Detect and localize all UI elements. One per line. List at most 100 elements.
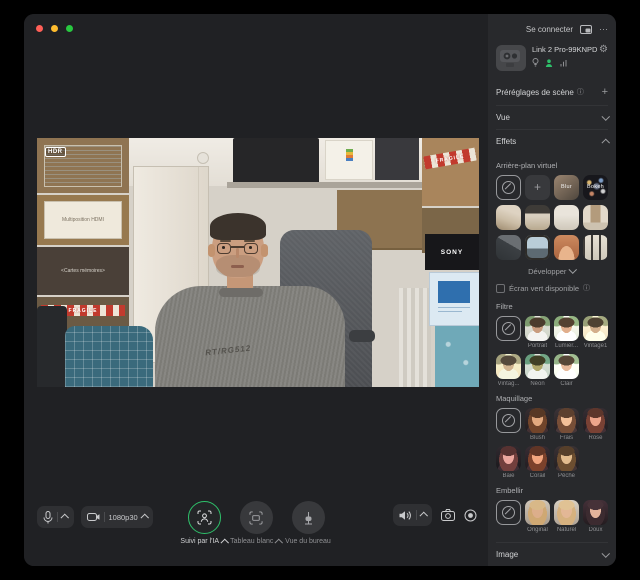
beautify-none-option[interactable] <box>496 500 521 525</box>
person-ear <box>208 244 215 257</box>
close-window-button[interactable] <box>36 25 43 32</box>
filter-option[interactable]: Clair <box>554 354 579 387</box>
section-image[interactable]: Image <box>496 543 608 567</box>
makeup-none-option[interactable] <box>496 408 521 433</box>
more-icon[interactable]: ⋯ <box>599 25 608 34</box>
ai-tracking-button[interactable]: Suivi par l'IA <box>176 501 232 545</box>
chevron-down-icon <box>601 112 609 120</box>
person-collar <box>219 288 263 297</box>
scene-teal-box <box>435 326 479 387</box>
filter-option[interactable]: Vintag... <box>496 354 521 387</box>
bg-scene-option[interactable] <box>496 205 521 230</box>
scene-box-label: <Cartes mémoires> <box>61 268 105 274</box>
hdr-badge: HDR <box>45 147 66 157</box>
scene-product-box <box>429 272 479 326</box>
device-name: Link 2 Pro-99KNPD <box>532 45 593 54</box>
scene-sony-box: SONY <box>425 234 479 270</box>
bg-scene-option[interactable] <box>525 235 550 260</box>
makeup-grid: Blush Frais Rose Baie Corail Pêche <box>496 408 608 479</box>
makeup-option[interactable]: Rose <box>583 408 608 441</box>
scene-box: FRAGILE <box>422 138 479 206</box>
bg-scene-option[interactable] <box>554 205 579 230</box>
green-screen-label: Écran vert disponible <box>509 284 579 293</box>
bg-add-button[interactable]: + <box>525 175 550 200</box>
scene-box: Multiposition HDMI <box>37 195 129 245</box>
connect-button[interactable]: Se connecter <box>526 25 573 34</box>
section-effects[interactable]: Effets <box>496 130 608 154</box>
scene-sony-label: SONY <box>441 249 463 256</box>
beautify-option[interactable]: Naturel <box>554 500 579 533</box>
makeup-option[interactable]: Baie <box>496 446 521 479</box>
speaker-icon <box>399 510 412 521</box>
filter-grid: Portrait Lumièr... Vintage1 Vintag... Né… <box>496 316 608 387</box>
device-card: Link 2 Pro-99KNPD ⚙ <box>496 45 608 77</box>
effects-title: Effets <box>496 137 516 146</box>
person-torso <box>155 286 345 387</box>
makeup-title: Maquillage <box>496 394 608 403</box>
person-glasses <box>217 243 231 254</box>
chevron-down-icon <box>601 549 609 557</box>
beautify-option[interactable]: Doux <box>583 500 608 533</box>
filter-option[interactable]: Lumièr... <box>554 316 579 349</box>
person-eyebrow <box>244 240 255 242</box>
bg-scene-option[interactable] <box>583 235 608 260</box>
green-screen-checkbox[interactable] <box>496 284 505 293</box>
filter-title: Filtre <box>496 302 608 311</box>
record-button[interactable] <box>464 509 477 522</box>
virtual-bg-title: Arrière-plan virtuel <box>496 161 608 170</box>
snapshot-button[interactable] <box>441 509 455 521</box>
sidebar: Se connecter ⋯ Link 2 Pro-99KNPD <box>488 14 616 566</box>
bg-blur-option[interactable]: Blur <box>554 175 579 200</box>
person-eyebrow <box>220 240 231 242</box>
makeup-option[interactable]: Corail <box>525 446 550 479</box>
none-icon <box>502 322 515 335</box>
scene-apple-box <box>325 140 373 180</box>
chevron-up-icon <box>221 539 229 547</box>
light-status-icon <box>532 58 539 67</box>
scene-box-label: Multiposition HDMI <box>62 217 104 223</box>
person-eye <box>249 246 252 249</box>
makeup-option[interactable]: Frais <box>554 408 579 441</box>
device-settings-gear-icon[interactable]: ⚙ <box>599 45 608 55</box>
filter-option[interactable]: Néon <box>525 354 550 387</box>
person-glasses <box>244 243 258 254</box>
zoom-window-button[interactable] <box>66 25 73 32</box>
chevron-up-icon <box>419 513 427 521</box>
bg-bokeh-option[interactable]: Bokeh <box>583 175 608 200</box>
ai-tracking-icon <box>197 510 212 525</box>
window-controls <box>36 25 73 32</box>
beautify-title: Embellir <box>496 486 608 495</box>
beautify-grid: Original Naturel Doux <box>496 500 608 533</box>
filter-option[interactable]: Portrait <box>525 316 550 349</box>
minimize-window-button[interactable] <box>51 25 58 32</box>
whiteboard-button[interactable]: Tableau blanc <box>232 501 280 545</box>
desk-view-icon <box>302 511 315 525</box>
beautify-option[interactable]: Original <box>525 500 550 533</box>
info-icon: ⓘ <box>583 285 590 292</box>
bg-scene-option[interactable] <box>496 235 521 260</box>
makeup-option[interactable]: Blush <box>525 408 550 441</box>
bg-none-option[interactable] <box>496 175 521 200</box>
section-view[interactable]: Vue <box>496 106 608 131</box>
scene-presets-title: Préréglages de scène <box>496 88 574 97</box>
bg-scene-option[interactable] <box>525 205 550 230</box>
add-preset-button[interactable]: + <box>602 87 608 98</box>
virtual-bg-grid: + Blur Bokeh <box>496 175 608 260</box>
bg-scene-option[interactable] <box>583 205 608 230</box>
filter-option[interactable]: Vintage1 <box>583 316 608 349</box>
bg-scene-option[interactable] <box>554 235 579 260</box>
sidebar-top-bar: Se connecter ⋯ <box>496 22 608 37</box>
speaker-selector[interactable] <box>393 504 433 526</box>
scene-blue-bag <box>65 326 153 387</box>
person-nose <box>236 248 239 258</box>
app-window: Multiposition HDMI <Cartes mémoires> FRA… <box>24 14 616 566</box>
pip-icon[interactable] <box>580 25 592 34</box>
section-scene-presets[interactable]: Préréglages de scène ⓘ + <box>496 81 608 106</box>
develop-link[interactable]: Développer <box>496 267 608 276</box>
makeup-option[interactable]: Pêche <box>554 446 579 479</box>
chevron-up-icon <box>601 139 609 147</box>
scene-box-dark: <Cartes mémoires> <box>37 247 129 295</box>
scene-monitor <box>233 138 319 184</box>
filter-none-option[interactable] <box>496 316 521 341</box>
desk-view-button[interactable]: Vue du bureau <box>280 501 336 545</box>
